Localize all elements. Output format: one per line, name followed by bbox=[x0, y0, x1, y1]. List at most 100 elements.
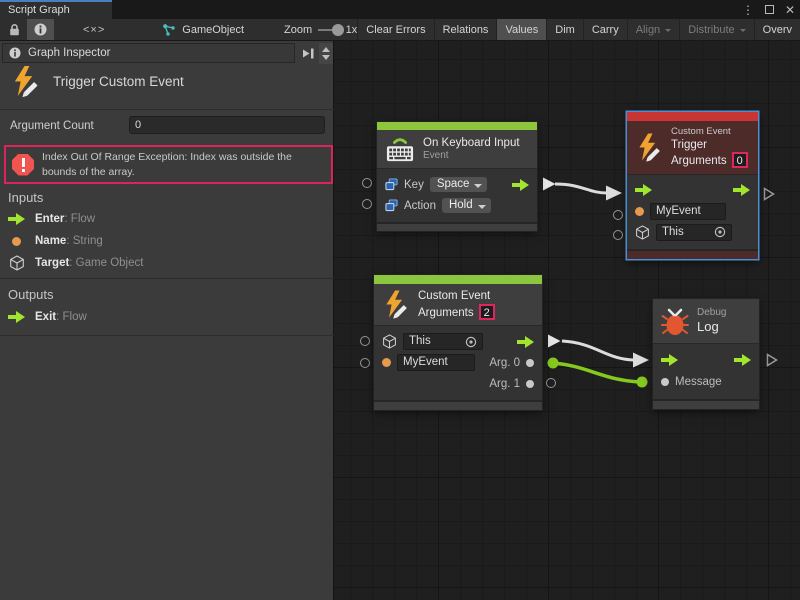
graph-canvas[interactable]: On Keyboard Input Event Key Space bbox=[334, 41, 800, 600]
tab-script-graph[interactable]: Script Graph bbox=[0, 0, 112, 19]
gameobject-cube-icon bbox=[635, 225, 650, 240]
object-picker-icon[interactable] bbox=[714, 226, 726, 238]
node-header[interactable]: Debug Log bbox=[653, 299, 759, 343]
node-custom-event[interactable]: Custom Event Arguments2 This bbox=[374, 275, 542, 410]
scroll-down-icon[interactable] bbox=[322, 55, 330, 64]
node-header[interactable]: Custom Event Trigger Arguments0 bbox=[627, 121, 758, 174]
zoom-slider-handle[interactable] bbox=[332, 24, 344, 36]
message-label: Message bbox=[675, 376, 722, 388]
event-color-bar bbox=[374, 275, 542, 284]
graph-inspector-panel: Graph Inspector Trigger Custom Event Arg… bbox=[0, 41, 334, 600]
window-menu-icon[interactable]: ⋮ bbox=[742, 4, 754, 16]
arg1-port[interactable] bbox=[526, 380, 534, 388]
dock-right-icon bbox=[302, 47, 315, 60]
node-subtitle: Event bbox=[423, 150, 520, 163]
flow-out-arrow-icon[interactable] bbox=[734, 354, 751, 366]
node-title-line2: Arguments0 bbox=[671, 152, 748, 168]
inspector-toggle-button[interactable] bbox=[27, 19, 54, 41]
port-trigger-name[interactable] bbox=[613, 210, 623, 220]
overview-button[interactable]: Overv bbox=[754, 19, 800, 41]
carry-button[interactable]: Carry bbox=[583, 19, 627, 41]
port-trigger-target[interactable] bbox=[613, 230, 623, 240]
node-header[interactable]: Custom Event Arguments2 bbox=[374, 284, 542, 325]
port-trigger-exit[interactable] bbox=[762, 187, 776, 201]
dim-button[interactable]: Dim bbox=[546, 19, 583, 41]
tab-title: Script Graph bbox=[8, 4, 70, 16]
arg0-port[interactable] bbox=[526, 359, 534, 367]
argument-count-input[interactable] bbox=[129, 116, 325, 134]
keyboard-icon bbox=[385, 135, 415, 163]
arg0-label: Arg. 0 bbox=[489, 357, 520, 369]
flow-out-arrow-icon[interactable] bbox=[512, 179, 529, 191]
port-keyboard-action[interactable] bbox=[362, 199, 372, 209]
edit-source-button[interactable]: <×> bbox=[76, 19, 112, 41]
node-on-keyboard-input[interactable]: On Keyboard Input Event Key Space bbox=[377, 122, 537, 231]
key-row: Key Space bbox=[377, 174, 537, 195]
object-picker-icon[interactable] bbox=[465, 336, 477, 348]
error-message-text: Index Out Of Range Exception: Index was … bbox=[42, 150, 325, 179]
event-name-field[interactable]: MyEvent bbox=[397, 354, 475, 371]
wire-arrowhead bbox=[633, 353, 649, 368]
flow-out-arrow-icon[interactable] bbox=[517, 336, 534, 348]
relations-button[interactable]: Relations bbox=[434, 19, 497, 41]
key-dropdown[interactable]: Space bbox=[430, 177, 488, 192]
graph-owner[interactable]: GameObject bbox=[154, 19, 252, 41]
divider bbox=[0, 278, 334, 279]
port-keyboard-trigger-out[interactable] bbox=[542, 177, 556, 191]
values-button[interactable]: Values bbox=[496, 19, 546, 41]
event-color-bar bbox=[377, 122, 537, 130]
gameobject-label: GameObject bbox=[182, 24, 244, 36]
scroll-up-icon[interactable] bbox=[322, 43, 330, 52]
lock-button[interactable] bbox=[2, 19, 27, 41]
key-label: Key bbox=[404, 179, 424, 191]
port-event-arg1[interactable] bbox=[546, 378, 556, 388]
dock-panel-button[interactable] bbox=[299, 44, 317, 62]
flow-arrow-icon bbox=[8, 213, 25, 225]
string-port-icon bbox=[12, 237, 21, 246]
action-label: Action bbox=[404, 200, 436, 212]
script-graph-icon bbox=[162, 23, 176, 37]
output-row-exit: Exit: Flow bbox=[8, 311, 87, 323]
argument-count-label: Argument Count bbox=[10, 120, 94, 132]
message-port[interactable] bbox=[661, 378, 669, 386]
event-name-field[interactable]: MyEvent bbox=[650, 203, 726, 220]
node-title: On Keyboard Input bbox=[423, 136, 520, 150]
panel-scroll-spinner[interactable] bbox=[319, 43, 333, 64]
wire-arrowhead bbox=[606, 186, 622, 201]
align-dropdown[interactable]: Align bbox=[627, 19, 679, 41]
node-debug-log[interactable]: Debug Log Message bbox=[653, 299, 759, 409]
node-footer bbox=[653, 399, 759, 409]
divider bbox=[0, 109, 334, 110]
flow-in-arrow-icon[interactable] bbox=[635, 184, 652, 196]
flow-arrow-icon bbox=[8, 311, 25, 323]
node-title-line1: Trigger bbox=[671, 138, 748, 152]
event-name-row: MyEvent Arg. 0 bbox=[374, 352, 542, 373]
target-field[interactable]: This bbox=[403, 333, 483, 350]
target-field[interactable]: This bbox=[656, 224, 732, 241]
port-log-exit[interactable] bbox=[765, 353, 779, 367]
code-icon: <×> bbox=[83, 24, 105, 36]
flow-out-arrow-icon[interactable] bbox=[733, 184, 750, 196]
port-event-trigger-out[interactable] bbox=[547, 334, 561, 348]
input-action-icon bbox=[385, 199, 398, 212]
gameobject-cube-icon bbox=[382, 334, 397, 349]
outputs-header: Outputs bbox=[8, 287, 54, 302]
arg1-label: Arg. 1 bbox=[489, 378, 520, 390]
node-arguments-line: Arguments2 bbox=[418, 304, 495, 320]
action-dropdown[interactable]: Hold bbox=[442, 198, 491, 213]
chevron-down-icon bbox=[740, 29, 746, 35]
node-header[interactable]: On Keyboard Input Event bbox=[377, 130, 537, 168]
port-keyboard-key[interactable] bbox=[362, 178, 372, 188]
event-name-row: MyEvent bbox=[627, 201, 758, 222]
port-event-name[interactable] bbox=[360, 358, 370, 368]
distribute-dropdown[interactable]: Distribute bbox=[679, 19, 753, 41]
wire-endpoint bbox=[548, 358, 559, 369]
window-maximize-icon[interactable] bbox=[765, 5, 774, 14]
custom-event-icon bbox=[382, 289, 410, 320]
flow-in-arrow-icon[interactable] bbox=[661, 354, 678, 366]
zoom-slider[interactable] bbox=[318, 29, 342, 31]
node-trigger-custom-event[interactable]: Custom Event Trigger Arguments0 MyEvent bbox=[627, 112, 758, 259]
clear-errors-button[interactable]: Clear Errors bbox=[357, 19, 433, 41]
window-close-icon[interactable]: ✕ bbox=[785, 4, 795, 16]
port-event-target[interactable] bbox=[360, 336, 370, 346]
